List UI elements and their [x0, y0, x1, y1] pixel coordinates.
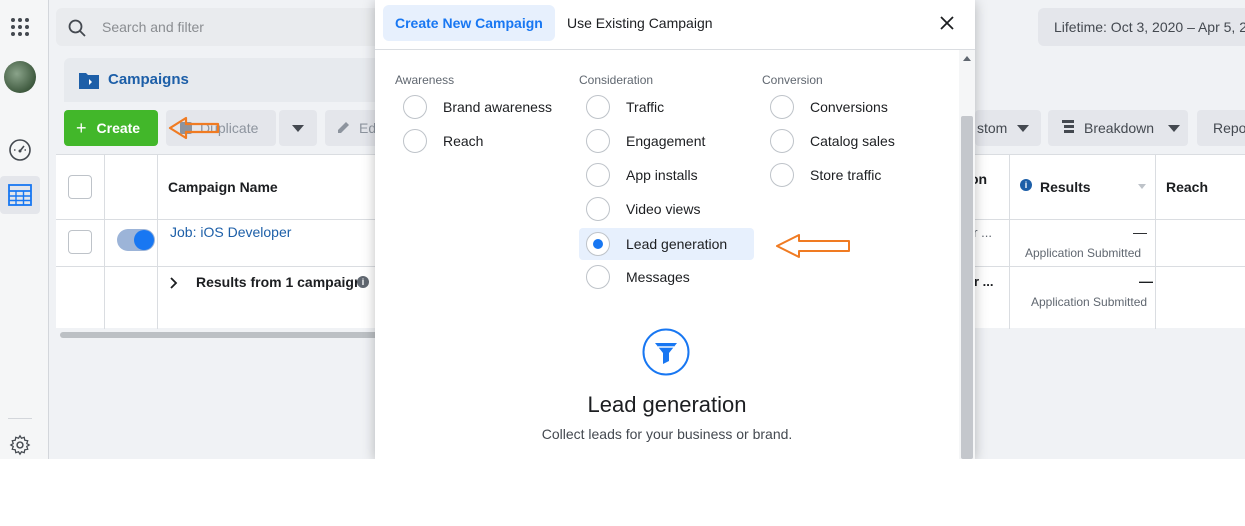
- chevron-down-icon: [1168, 124, 1181, 132]
- objective-catalog-sales[interactable]: Catalog sales: [770, 125, 895, 157]
- objective-label: Lead generation: [626, 236, 728, 252]
- breakdown-button[interactable]: Breakdown: [1048, 110, 1188, 146]
- objective-heading-consideration: Consideration: [579, 73, 654, 87]
- horizontal-scrollbar[interactable]: [60, 332, 380, 338]
- radio-button[interactable]: [770, 163, 794, 187]
- radio-button-selected[interactable]: [586, 232, 610, 256]
- objective-label: Catalog sales: [810, 133, 895, 149]
- annotation-arrow-icon: [776, 234, 850, 258]
- radio-button[interactable]: [586, 129, 610, 153]
- tab-use-existing-campaign[interactable]: Use Existing Campaign: [567, 15, 713, 31]
- rail-divider: [8, 418, 32, 419]
- columns-custom-button[interactable]: stom: [975, 110, 1041, 146]
- tab-campaigns[interactable]: Campaigns: [64, 58, 394, 102]
- objective-label: Engagement: [626, 133, 706, 149]
- objective-lead-generation[interactable]: Lead generation: [579, 228, 754, 260]
- column-header-campaign-name[interactable]: Campaign Name: [168, 179, 278, 195]
- objective-app-installs[interactable]: App installs: [586, 159, 698, 191]
- avatar[interactable]: [4, 61, 36, 93]
- column-header-reach[interactable]: Reach: [1166, 179, 1208, 195]
- dialog-scrollbar[interactable]: [959, 50, 975, 459]
- objective-label: Video views: [626, 201, 701, 217]
- campaigns-table-icon[interactable]: [8, 183, 32, 207]
- gear-icon[interactable]: [8, 433, 32, 457]
- plus-icon: +: [76, 117, 87, 138]
- edit-button-label: Ed: [359, 120, 377, 136]
- search-input[interactable]: Search and filter: [102, 19, 204, 35]
- objective-detail-description: Collect leads for your business or brand…: [541, 426, 793, 442]
- ads-manager-screen: Search and filter Lifetime: Oct 3, 2020 …: [0, 0, 1245, 459]
- pencil-icon: [337, 120, 351, 137]
- breakdown-button-label: Breakdown: [1084, 120, 1155, 136]
- objective-label: Conversions: [810, 99, 888, 115]
- objective-reach[interactable]: Reach: [403, 125, 483, 157]
- column-header-results[interactable]: Results: [1040, 179, 1091, 195]
- radio-button[interactable]: [586, 95, 610, 119]
- left-navigation-rail: [0, 0, 49, 459]
- objective-heading-awareness: Awareness: [395, 73, 455, 87]
- summary-results-value: —: [1139, 273, 1153, 289]
- radio-button[interactable]: [586, 163, 610, 187]
- reports-button-label: Repo: [1213, 120, 1245, 136]
- columns-custom-label: stom: [977, 120, 1008, 136]
- objective-detail-title: Lead generation: [587, 392, 747, 417]
- info-icon: i: [357, 276, 369, 288]
- date-range-picker[interactable]: Lifetime: Oct 3, 2020 – Apr 5, 2: [1038, 8, 1245, 46]
- search-icon: [68, 19, 86, 42]
- radio-button[interactable]: [770, 129, 794, 153]
- scroll-up-arrow-icon[interactable]: [963, 56, 971, 61]
- radio-button[interactable]: [586, 265, 610, 289]
- tab-campaigns-label: Campaigns: [108, 71, 189, 88]
- sort-icon[interactable]: [1138, 184, 1146, 189]
- funnel-icon: [642, 328, 690, 376]
- info-icon: i: [1020, 179, 1032, 191]
- objective-label: Messages: [626, 269, 690, 285]
- radio-button[interactable]: [403, 95, 427, 119]
- objective-messages[interactable]: Messages: [586, 261, 690, 293]
- tab-create-new-campaign[interactable]: Create New Campaign: [383, 5, 555, 41]
- objective-traffic[interactable]: Traffic: [586, 91, 664, 123]
- objective-label: Traffic: [626, 99, 665, 115]
- objective-label: Reach: [443, 133, 484, 149]
- objective-video-views[interactable]: Video views: [586, 193, 700, 225]
- campaign-on-off-toggle[interactable]: [117, 229, 155, 251]
- chevron-down-icon: [292, 124, 304, 132]
- dialog-header: Create New Campaign Use Existing Campaig…: [375, 0, 975, 50]
- reports-button[interactable]: Repo: [1197, 110, 1245, 146]
- row-checkbox[interactable]: [68, 230, 92, 254]
- apps-grid-icon[interactable]: [8, 15, 32, 39]
- row-results-label: Application Submitted: [1025, 246, 1142, 260]
- objective-store-traffic[interactable]: Store traffic: [770, 159, 881, 191]
- breakdown-icon: [1062, 119, 1074, 137]
- objective-label: Brand awareness: [443, 99, 552, 115]
- chevron-right-icon[interactable]: [168, 276, 178, 294]
- create-button[interactable]: + Create: [64, 110, 158, 146]
- results-summary-label: Results from 1 campaign: [196, 274, 363, 290]
- campaign-name-link[interactable]: Job: iOS Developer: [170, 224, 291, 240]
- dashboard-gauge-icon[interactable]: [8, 138, 32, 162]
- annotation-arrow-icon: [168, 116, 220, 140]
- radio-button[interactable]: [770, 95, 794, 119]
- radio-button[interactable]: [403, 129, 427, 153]
- objective-label: App installs: [626, 167, 698, 183]
- objective-heading-conversion: Conversion: [762, 73, 823, 87]
- summary-results-label: Application Submitted: [1031, 295, 1148, 309]
- create-campaign-dialog: Create New Campaign Use Existing Campaig…: [375, 0, 975, 459]
- radio-button[interactable]: [586, 197, 610, 221]
- objective-label: Store traffic: [810, 167, 882, 183]
- chevron-down-icon: [1017, 124, 1030, 132]
- duplicate-more-dropdown[interactable]: [279, 110, 317, 146]
- objective-conversions[interactable]: Conversions: [770, 91, 888, 123]
- campaigns-folder-icon: [78, 70, 100, 95]
- scrollbar-thumb[interactable]: [961, 116, 973, 459]
- row-results-value: —: [1133, 224, 1147, 240]
- objective-brand-awareness[interactable]: Brand awareness: [403, 91, 552, 123]
- select-all-checkbox[interactable]: [68, 175, 92, 199]
- create-button-label: Create: [96, 120, 141, 136]
- objective-engagement[interactable]: Engagement: [586, 125, 705, 157]
- close-icon[interactable]: [937, 13, 957, 33]
